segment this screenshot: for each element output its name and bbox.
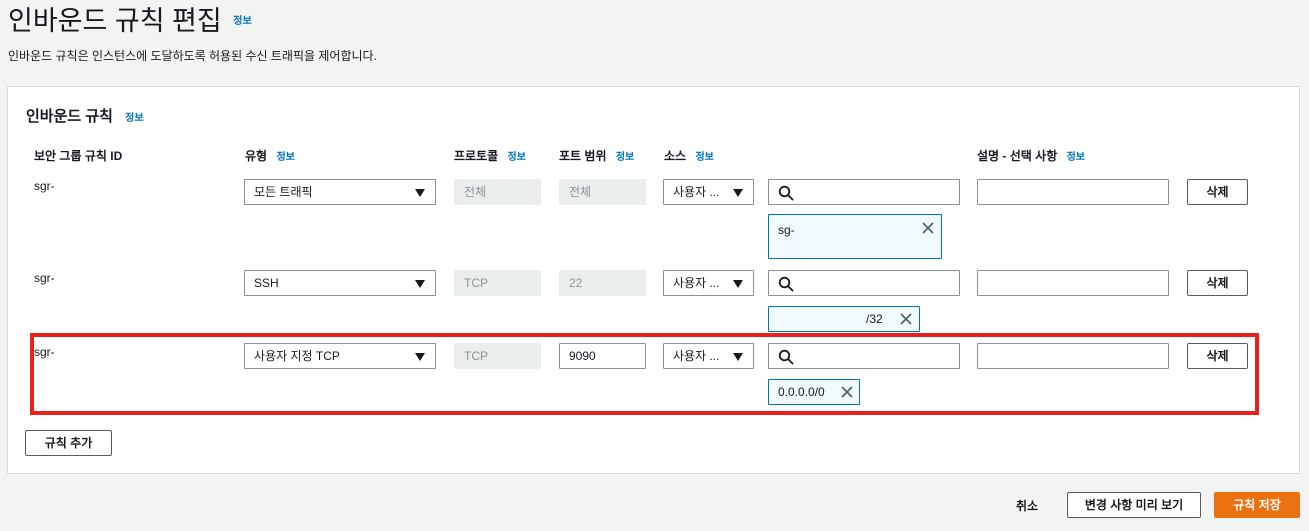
info-link[interactable]: 정보 <box>233 16 251 27</box>
dropdown-caret-icon <box>733 280 743 288</box>
save-rules-button[interactable]: 규칙 저장 <box>1214 492 1300 518</box>
type-select-value: SSH <box>254 276 279 290</box>
source-token: sg- <box>768 214 942 259</box>
inbound-rules-panel: 인바운드 규칙 정보 보안 그룹 규칙 ID 유형 정보 프로토콜 정보 포트 … <box>7 86 1300 474</box>
col-header-description-label: 설명 - 선택 사항 <box>977 149 1058 163</box>
col-header-source-info[interactable]: 정보 <box>695 152 713 163</box>
rule-id: sgr- <box>34 179 55 193</box>
preview-changes-button[interactable]: 변경 사항 미리 보기 <box>1067 492 1201 518</box>
add-rule-button[interactable]: 규칙 추가 <box>25 430 112 456</box>
highlight-box <box>30 333 1259 415</box>
panel-title: 인바운드 규칙 정보 <box>26 105 144 126</box>
col-header-port-range-label: 포트 범위 <box>559 149 607 163</box>
col-header-protocol-info[interactable]: 정보 <box>508 152 526 163</box>
port-range-field: 22 <box>559 270 646 296</box>
col-header-description: 설명 - 선택 사항 정보 <box>977 147 1085 164</box>
description-input[interactable] <box>977 179 1169 205</box>
source-type-select[interactable]: 사용자 ... <box>663 270 754 296</box>
col-header-type-info[interactable]: 정보 <box>276 152 294 163</box>
source-type-select[interactable]: 사용자 ... <box>663 179 754 205</box>
protocol-field: TCP <box>454 270 541 296</box>
source-search-input[interactable] <box>768 270 960 296</box>
col-header-source: 소스 정보 <box>664 147 714 164</box>
dropdown-caret-icon <box>733 189 743 197</box>
page-title: 인바운드 규칙 편집 정보 <box>8 4 252 39</box>
source-token: /32 <box>768 306 920 332</box>
rule-id: sgr- <box>34 271 55 285</box>
col-header-protocol: 프로토콜 정보 <box>454 147 526 164</box>
protocol-field: 전체 <box>454 179 541 205</box>
source-type-value: 사용자 ... <box>673 185 720 199</box>
panel-title-text: 인바운드 규칙 <box>26 108 113 125</box>
source-type-value: 사용자 ... <box>673 276 720 290</box>
delete-button[interactable]: 삭제 <box>1187 179 1248 205</box>
col-header-port-range: 포트 범위 정보 <box>559 147 634 164</box>
remove-token-icon[interactable] <box>900 313 912 325</box>
dropdown-caret-icon <box>415 189 425 197</box>
col-header-source-label: 소스 <box>664 149 687 163</box>
col-header-type-label: 유형 <box>245 149 268 163</box>
col-header-port-range-info[interactable]: 정보 <box>616 152 634 163</box>
type-select[interactable]: 모든 트래픽 <box>244 179 436 205</box>
col-header-type: 유형 정보 <box>245 147 295 164</box>
cancel-button[interactable]: 취소 <box>1016 497 1038 514</box>
source-search-input[interactable] <box>768 179 960 205</box>
delete-button[interactable]: 삭제 <box>1187 270 1248 296</box>
col-header-description-info[interactable]: 정보 <box>1067 152 1085 163</box>
type-select[interactable]: SSH <box>244 270 436 296</box>
remove-token-icon[interactable] <box>922 222 934 234</box>
source-token-label: /32 <box>866 312 883 326</box>
type-select-value: 모든 트래픽 <box>254 185 313 199</box>
page-description: 인바운드 규칙은 인스턴스에 도달하도록 허용된 수신 트래픽을 제어합니다. <box>8 49 377 63</box>
source-token-label: sg- <box>778 223 795 237</box>
col-header-protocol-label: 프로토콜 <box>454 149 499 163</box>
search-icon <box>778 276 794 292</box>
dropdown-caret-icon <box>415 280 425 288</box>
port-range-field: 전체 <box>559 179 646 205</box>
panel-info-link[interactable]: 정보 <box>125 113 143 124</box>
col-header-rule-id: 보안 그룹 규칙 ID <box>34 149 123 163</box>
page-title-text: 인바운드 규칙 편집 <box>8 6 222 36</box>
description-input[interactable] <box>977 270 1169 296</box>
search-icon <box>778 185 794 201</box>
